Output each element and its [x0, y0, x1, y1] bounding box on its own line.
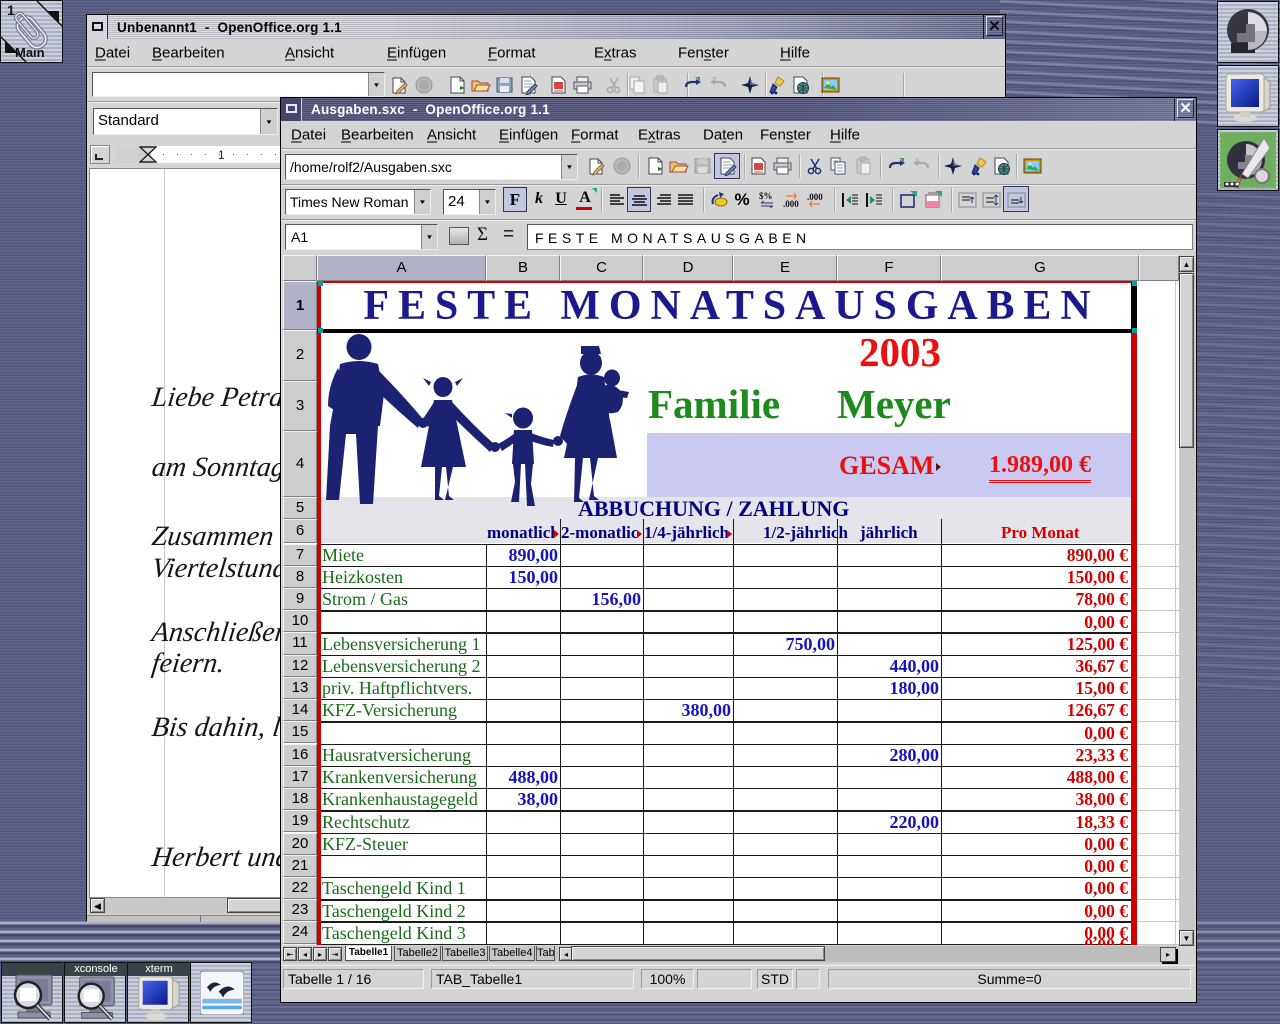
- svg-text:.000: .000: [783, 199, 799, 209]
- svg-text:$%: $%: [759, 191, 773, 201]
- svg-text:.000: .000: [807, 192, 823, 202]
